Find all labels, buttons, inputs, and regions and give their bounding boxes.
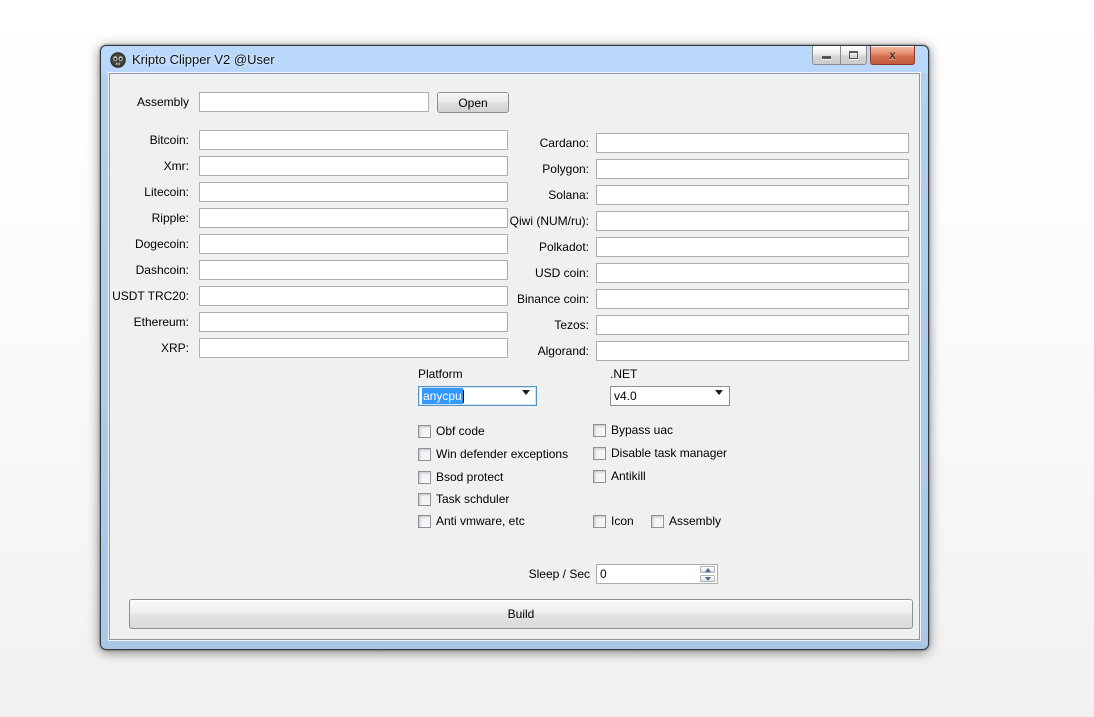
- polygon-label: Polygon:: [400, 159, 589, 179]
- app-window: Kripto Clipper V2 @User x Assembly Open …: [100, 45, 929, 650]
- checkbox-anti-vmware[interactable]: [418, 515, 431, 528]
- close-icon: x: [889, 48, 896, 62]
- checkbox-obf-code[interactable]: [418, 425, 431, 438]
- window-title: Kripto Clipper V2 @User: [132, 52, 275, 67]
- minimize-icon: [822, 56, 831, 59]
- solana-label: Solana:: [400, 185, 589, 205]
- checkbox-icon[interactable]: [593, 515, 606, 528]
- binance-coin-input[interactable]: [596, 289, 909, 309]
- checkbox-antikill[interactable]: [593, 470, 606, 483]
- algorand-input[interactable]: [596, 341, 909, 361]
- checkbox-win-defender-exceptions[interactable]: [418, 448, 431, 461]
- client-area: Assembly Open Bitcoin: Xmr: Litecoin: Ri…: [109, 73, 920, 640]
- polkadot-label: Polkadot:: [400, 237, 589, 257]
- polygon-input[interactable]: [596, 159, 909, 179]
- platform-label: Platform: [418, 367, 463, 381]
- option-antikill[interactable]: Antikill: [593, 469, 646, 483]
- open-button[interactable]: Open: [437, 92, 509, 113]
- arrow-down-icon: [705, 577, 711, 581]
- bitcoin-label: Bitcoin:: [110, 130, 189, 150]
- text-caret: [463, 390, 464, 403]
- usdt-trc20-label: USDT TRC20:: [110, 286, 189, 306]
- option-assembly[interactable]: Assembly: [651, 514, 721, 528]
- platform-selected-value: anycpu: [422, 388, 463, 404]
- option-obf-code[interactable]: Obf code: [418, 424, 485, 438]
- ethereum-label: Ethereum:: [110, 312, 189, 332]
- dotnet-dropdown[interactable]: v4.0: [610, 386, 730, 406]
- tezos-label: Tezos:: [400, 315, 589, 335]
- sleep-spinner: [596, 564, 718, 584]
- checkbox-bypass-uac[interactable]: [593, 424, 606, 437]
- checkbox-task-schduler[interactable]: [418, 493, 431, 506]
- cardano-label: Cardano:: [400, 133, 589, 153]
- qiwi-label: Qiwi (NUM/ru):: [400, 211, 589, 231]
- algorand-label: Algorand:: [400, 341, 589, 361]
- ripple-label: Ripple:: [110, 208, 189, 228]
- litecoin-label: Litecoin:: [110, 182, 189, 202]
- option-disable-task-manager[interactable]: Disable task manager: [593, 446, 727, 460]
- checkbox-bsod-protect[interactable]: [418, 471, 431, 484]
- polkadot-input[interactable]: [596, 237, 909, 257]
- checkbox-assembly[interactable]: [651, 515, 664, 528]
- option-task-schduler[interactable]: Task schduler: [418, 492, 509, 506]
- cardano-input[interactable]: [596, 133, 909, 153]
- tezos-input[interactable]: [596, 315, 909, 335]
- skull-app-icon: [110, 52, 126, 68]
- dotnet-label: .NET: [610, 367, 637, 381]
- minimize-button[interactable]: [812, 46, 841, 65]
- qiwi-input[interactable]: [596, 211, 909, 231]
- checkbox-disable-task-manager[interactable]: [593, 447, 606, 460]
- window-controls: x: [812, 46, 915, 65]
- binance-coin-label: Binance coin:: [400, 289, 589, 309]
- dashcoin-label: Dashcoin:: [110, 260, 189, 280]
- dogecoin-label: Dogecoin:: [110, 234, 189, 254]
- dropdown-arrow-icon: [522, 390, 530, 409]
- option-bsod-protect[interactable]: Bsod protect: [418, 470, 503, 484]
- solana-input[interactable]: [596, 185, 909, 205]
- assembly-input[interactable]: [199, 92, 429, 112]
- dotnet-selected-value: v4.0: [614, 389, 637, 403]
- xmr-label: Xmr:: [110, 156, 189, 176]
- close-button[interactable]: x: [870, 46, 915, 65]
- sleep-label: Sleep / Sec: [490, 564, 590, 584]
- option-bypass-uac[interactable]: Bypass uac: [593, 423, 673, 437]
- option-win-defender-exceptions[interactable]: Win defender exceptions: [418, 447, 568, 461]
- maximize-icon: [849, 51, 858, 59]
- option-anti-vmware[interactable]: Anti vmware, etc: [418, 514, 525, 528]
- build-button[interactable]: Build: [129, 599, 913, 629]
- maximize-button[interactable]: [840, 46, 867, 65]
- usd-coin-label: USD coin:: [400, 263, 589, 283]
- dropdown-arrow-icon: [715, 390, 723, 409]
- platform-dropdown[interactable]: anycpu: [418, 386, 537, 406]
- option-icon[interactable]: Icon: [593, 514, 634, 528]
- arrow-up-icon: [705, 568, 711, 572]
- spinner-up-button[interactable]: [700, 566, 715, 573]
- titlebar[interactable]: Kripto Clipper V2 @User: [101, 46, 928, 73]
- assembly-label: Assembly: [110, 92, 189, 112]
- xrp-label: XRP:: [110, 338, 189, 358]
- spinner-down-button[interactable]: [700, 575, 715, 582]
- usd-coin-input[interactable]: [596, 263, 909, 283]
